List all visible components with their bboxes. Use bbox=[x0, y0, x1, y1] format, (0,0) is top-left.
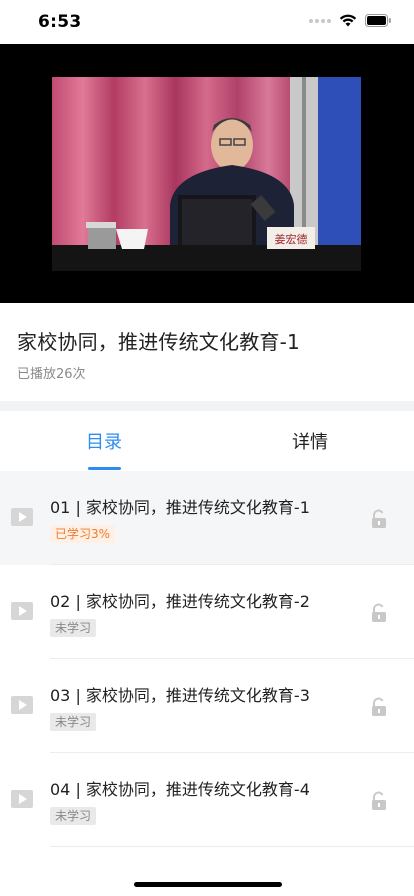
lesson-item-4[interactable]: 04 | 家校协同，推进传统文化教育-4 未学习 bbox=[0, 753, 414, 847]
row-divider bbox=[50, 846, 414, 847]
lesson-status-badge: 未学习 bbox=[50, 713, 97, 731]
lock-icon bbox=[372, 791, 386, 810]
tab-details[interactable]: 详情 bbox=[250, 428, 370, 454]
lesson-status-badge: 未学习 bbox=[50, 619, 97, 637]
tab-catalog[interactable]: 目录 bbox=[44, 428, 164, 454]
play-icon bbox=[11, 790, 33, 808]
active-tab-indicator bbox=[88, 467, 121, 470]
home-indicator[interactable] bbox=[134, 882, 282, 887]
wifi-icon bbox=[339, 14, 357, 27]
video-info: 家校协同，推进传统文化教育-1 已播放26次 bbox=[0, 303, 414, 401]
lesson-item-1[interactable]: 01 | 家校协同，推进传统文化教育-1 已学习3% bbox=[0, 471, 414, 565]
status-time: 6:53 bbox=[38, 12, 82, 32]
signal-icon bbox=[309, 18, 331, 23]
video-player[interactable]: 姜宏德 bbox=[0, 44, 414, 303]
status-bar: 6:53 bbox=[0, 0, 414, 44]
svg-text:姜宏德: 姜宏德 bbox=[275, 232, 308, 246]
video-frame: 姜宏德 bbox=[52, 77, 361, 271]
section-divider bbox=[0, 401, 414, 411]
lesson-title: 02 | 家校协同，推进传统文化教育-2 bbox=[50, 592, 310, 611]
lesson-status-badge: 未学习 bbox=[50, 807, 97, 825]
lock-icon bbox=[372, 603, 386, 622]
lesson-title: 04 | 家校协同，推进传统文化教育-4 bbox=[50, 780, 310, 799]
battery-icon bbox=[365, 14, 391, 27]
play-icon bbox=[11, 508, 33, 526]
play-icon bbox=[11, 696, 33, 714]
lesson-status-badge: 已学习3% bbox=[50, 525, 116, 543]
lesson-title: 01 | 家校协同，推进传统文化教育-1 bbox=[50, 498, 310, 517]
video-title: 家校协同，推进传统文化教育-1 bbox=[17, 330, 300, 354]
status-icons bbox=[309, 14, 392, 27]
lesson-item-2[interactable]: 02 | 家校协同，推进传统文化教育-2 未学习 bbox=[0, 565, 414, 659]
lesson-item-3[interactable]: 03 | 家校协同，推进传统文化教育-3 未学习 bbox=[0, 659, 414, 753]
play-icon bbox=[11, 602, 33, 620]
lesson-title: 03 | 家校协同，推进传统文化教育-3 bbox=[50, 686, 310, 705]
lock-icon bbox=[372, 697, 386, 716]
play-count: 已播放26次 bbox=[17, 367, 86, 382]
lock-icon bbox=[372, 509, 386, 528]
video-thumbnail: 姜宏德 bbox=[52, 77, 361, 271]
lesson-list: 01 | 家校协同，推进传统文化教育-1 已学习3% 02 | 家校协同，推进传… bbox=[0, 471, 414, 847]
tab-bar: 目录 详情 bbox=[0, 411, 414, 471]
